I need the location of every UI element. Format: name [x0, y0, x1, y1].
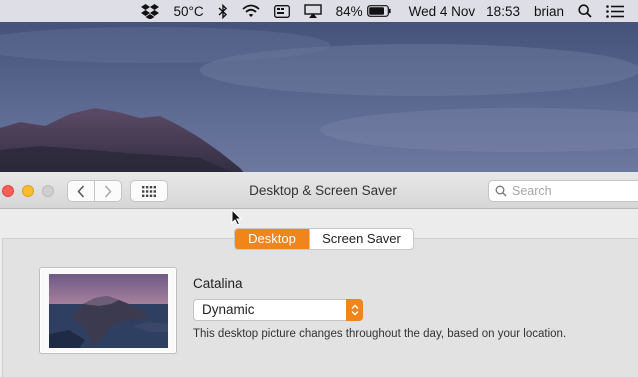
- search-placeholder: Search: [512, 184, 552, 198]
- picture-name: Catalina: [193, 276, 243, 291]
- pane-content: Desktop Screen Saver Catalina Dynamic Th…: [0, 210, 638, 377]
- tab-screen-saver[interactable]: Screen Saver: [309, 229, 413, 249]
- desktop-wallpaper: [0, 0, 638, 180]
- user-name[interactable]: brian: [534, 0, 564, 22]
- input-source-icon[interactable]: [273, 0, 290, 22]
- up-down-chevron-icon: [351, 304, 358, 316]
- dropbox-icon[interactable]: [141, 0, 160, 22]
- tab-control: Desktop Screen Saver: [234, 228, 414, 250]
- search-field[interactable]: Search: [488, 180, 638, 202]
- select-stepper[interactable]: [346, 299, 363, 321]
- bluetooth-icon[interactable]: [218, 0, 228, 22]
- preferences-window: Desktop & Screen Saver Search Desktop Sc…: [0, 172, 638, 377]
- temperature-readout[interactable]: 50°C: [173, 0, 203, 22]
- search-icon: [495, 185, 507, 197]
- title-bar: Desktop & Screen Saver Search: [0, 172, 638, 209]
- desktop-mode-value: Dynamic: [202, 302, 255, 317]
- battery-icon[interactable]: [366, 5, 391, 17]
- menu-bar: 50°C 84% Wed 4 Nov 18:53 brian: [0, 0, 638, 22]
- wifi-icon[interactable]: [242, 0, 260, 22]
- tab-desktop[interactable]: Desktop: [235, 229, 309, 249]
- control-list-icon[interactable]: [606, 0, 624, 22]
- menubar-time[interactable]: 18:53: [486, 4, 520, 19]
- airplay-icon[interactable]: [303, 0, 322, 22]
- desktop-preview: [39, 267, 177, 354]
- desktop-mode-select[interactable]: Dynamic: [193, 299, 363, 321]
- desktop-preview-image: [49, 274, 168, 348]
- picture-description: This desktop picture changes throughout …: [193, 328, 567, 340]
- menubar-date[interactable]: Wed 4 Nov: [409, 4, 476, 19]
- battery-percent[interactable]: 84%: [336, 4, 363, 19]
- mouse-cursor-icon: [231, 209, 242, 226]
- spotlight-icon[interactable]: [578, 0, 592, 22]
